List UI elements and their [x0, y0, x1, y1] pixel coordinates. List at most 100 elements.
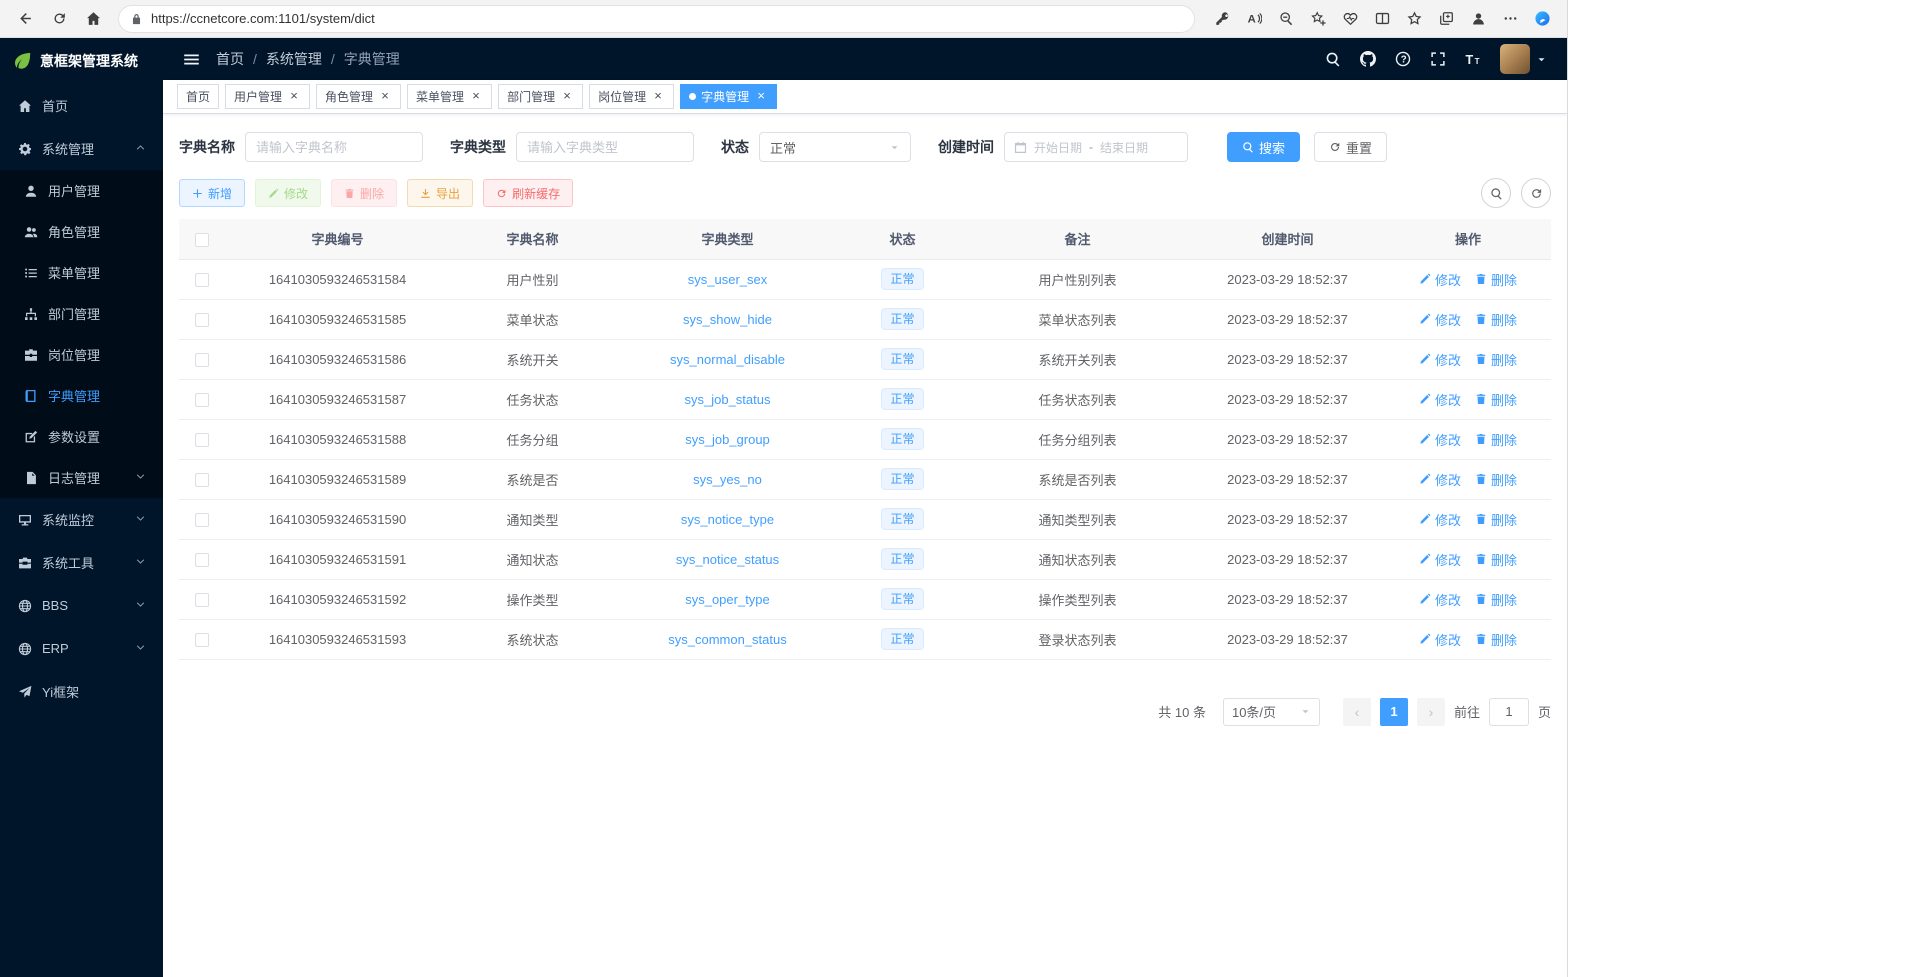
back-icon[interactable]: [10, 5, 40, 33]
edit-button[interactable]: 修改: [255, 179, 321, 207]
tab-dept-mgmt[interactable]: 部门管理×: [498, 84, 583, 109]
row-checkbox[interactable]: [195, 553, 209, 567]
dict-type-link[interactable]: sys_show_hide: [683, 312, 772, 327]
row-checkbox[interactable]: [195, 393, 209, 407]
read-aloud-icon[interactable]: A: [1239, 5, 1269, 33]
favorite-add-icon[interactable]: [1303, 5, 1333, 33]
dict-type-link[interactable]: sys_job_status: [685, 392, 771, 407]
github-icon[interactable]: [1360, 51, 1376, 67]
collections-icon[interactable]: [1431, 5, 1461, 33]
row-delete-button[interactable]: 删除: [1475, 390, 1517, 409]
tab-close-icon[interactable]: ×: [651, 90, 665, 104]
tab-role-mgmt[interactable]: 角色管理×: [316, 84, 401, 109]
select-all-checkbox[interactable]: [195, 233, 209, 247]
add-button[interactable]: 新增: [179, 179, 245, 207]
refresh-cache-button[interactable]: 刷新缓存: [483, 179, 573, 207]
refresh-table-button[interactable]: [1521, 178, 1551, 208]
page-size-select[interactable]: 10条/页: [1223, 698, 1320, 726]
row-delete-button[interactable]: 删除: [1475, 270, 1517, 289]
sidebar-item-post-mgmt[interactable]: 岗位管理: [0, 334, 163, 375]
dict-type-link[interactable]: sys_user_sex: [688, 272, 767, 287]
hamburger-icon[interactable]: [183, 51, 200, 68]
address-bar[interactable]: https://ccnetcore.com:1101/system/dict: [118, 5, 1195, 33]
sidebar-item-yi-framework[interactable]: Yi框架: [0, 670, 163, 713]
next-page-button[interactable]: ›: [1417, 698, 1445, 726]
search-icon[interactable]: [1325, 51, 1341, 67]
row-checkbox[interactable]: [195, 353, 209, 367]
question-icon[interactable]: ?: [1395, 51, 1411, 67]
row-checkbox[interactable]: [195, 513, 209, 527]
row-checkbox[interactable]: [195, 633, 209, 647]
tab-menu-mgmt[interactable]: 菜单管理×: [407, 84, 492, 109]
row-checkbox[interactable]: [195, 433, 209, 447]
row-checkbox[interactable]: [195, 593, 209, 607]
row-delete-button[interactable]: 删除: [1475, 430, 1517, 449]
goto-page-input[interactable]: [1489, 698, 1529, 726]
reset-button[interactable]: 重置: [1314, 132, 1387, 162]
sidebar-item-bbs[interactable]: BBS: [0, 584, 163, 627]
tab-home[interactable]: 首页: [177, 84, 219, 109]
breadcrumb-item[interactable]: 首页: [216, 49, 244, 69]
tab-post-mgmt[interactable]: 岗位管理×: [589, 84, 674, 109]
dict-type-link[interactable]: sys_job_group: [685, 432, 770, 447]
toggle-search-button[interactable]: [1481, 178, 1511, 208]
breadcrumb-item[interactable]: 系统管理: [266, 49, 322, 69]
dict-name-input[interactable]: [245, 132, 423, 162]
sidebar-item-erp[interactable]: ERP: [0, 627, 163, 670]
sidebar-item-user-mgmt[interactable]: 用户管理: [0, 170, 163, 211]
tab-close-icon[interactable]: ×: [560, 90, 574, 104]
tab-close-icon[interactable]: ×: [754, 90, 768, 104]
prev-page-button[interactable]: ‹: [1343, 698, 1371, 726]
row-edit-button[interactable]: 修改: [1419, 350, 1461, 369]
row-edit-button[interactable]: 修改: [1419, 590, 1461, 609]
font-size-icon[interactable]: TT: [1465, 51, 1481, 67]
dict-type-link[interactable]: sys_normal_disable: [670, 352, 785, 367]
row-edit-button[interactable]: 修改: [1419, 510, 1461, 529]
essentials-icon[interactable]: [1335, 5, 1365, 33]
page-1-button[interactable]: 1: [1380, 698, 1408, 726]
refresh-icon[interactable]: [44, 5, 74, 33]
zoom-out-icon[interactable]: [1271, 5, 1301, 33]
row-edit-button[interactable]: 修改: [1419, 470, 1461, 489]
more-icon[interactable]: [1495, 5, 1525, 33]
tab-close-icon[interactable]: ×: [287, 90, 301, 104]
sidebar-item-system-tools[interactable]: 系统工具: [0, 541, 163, 584]
key-icon[interactable]: [1207, 5, 1237, 33]
tab-dict-mgmt[interactable]: 字典管理×: [680, 84, 777, 109]
user-menu[interactable]: [1500, 44, 1547, 74]
fullscreen-icon[interactable]: [1430, 51, 1446, 67]
row-edit-button[interactable]: 修改: [1419, 430, 1461, 449]
sidebar-item-role-mgmt[interactable]: 角色管理: [0, 211, 163, 252]
row-delete-button[interactable]: 删除: [1475, 590, 1517, 609]
sidebar-item-log-mgmt[interactable]: 日志管理: [0, 457, 163, 498]
bing-icon[interactable]: [1527, 5, 1557, 33]
row-delete-button[interactable]: 删除: [1475, 470, 1517, 489]
row-edit-button[interactable]: 修改: [1419, 310, 1461, 329]
profile-icon[interactable]: [1463, 5, 1493, 33]
sidebar-item-system-monitor[interactable]: 系统监控: [0, 498, 163, 541]
favorites-bar-icon[interactable]: [1399, 5, 1429, 33]
tab-close-icon[interactable]: ×: [469, 90, 483, 104]
row-delete-button[interactable]: 删除: [1475, 550, 1517, 569]
dict-type-link[interactable]: sys_notice_type: [681, 512, 774, 527]
sidebar-item-dict-mgmt[interactable]: 字典管理: [0, 375, 163, 416]
sidebar-item-home[interactable]: 首页: [0, 84, 163, 127]
row-checkbox[interactable]: [195, 273, 209, 287]
dict-type-link[interactable]: sys_yes_no: [693, 472, 762, 487]
tab-close-icon[interactable]: ×: [378, 90, 392, 104]
date-range-picker[interactable]: 开始日期 - 结束日期: [1004, 132, 1188, 162]
split-screen-icon[interactable]: [1367, 5, 1397, 33]
row-delete-button[interactable]: 删除: [1475, 630, 1517, 649]
delete-button[interactable]: 删除: [331, 179, 397, 207]
row-delete-button[interactable]: 删除: [1475, 350, 1517, 369]
row-edit-button[interactable]: 修改: [1419, 550, 1461, 569]
sidebar-item-system-mgmt[interactable]: 系统管理: [0, 127, 163, 170]
dict-type-link[interactable]: sys_notice_status: [676, 552, 779, 567]
row-edit-button[interactable]: 修改: [1419, 630, 1461, 649]
row-checkbox[interactable]: [195, 473, 209, 487]
row-delete-button[interactable]: 删除: [1475, 310, 1517, 329]
dict-type-link[interactable]: sys_oper_type: [685, 592, 770, 607]
export-button[interactable]: 导出: [407, 179, 473, 207]
dict-type-link[interactable]: sys_common_status: [668, 632, 787, 647]
row-checkbox[interactable]: [195, 313, 209, 327]
